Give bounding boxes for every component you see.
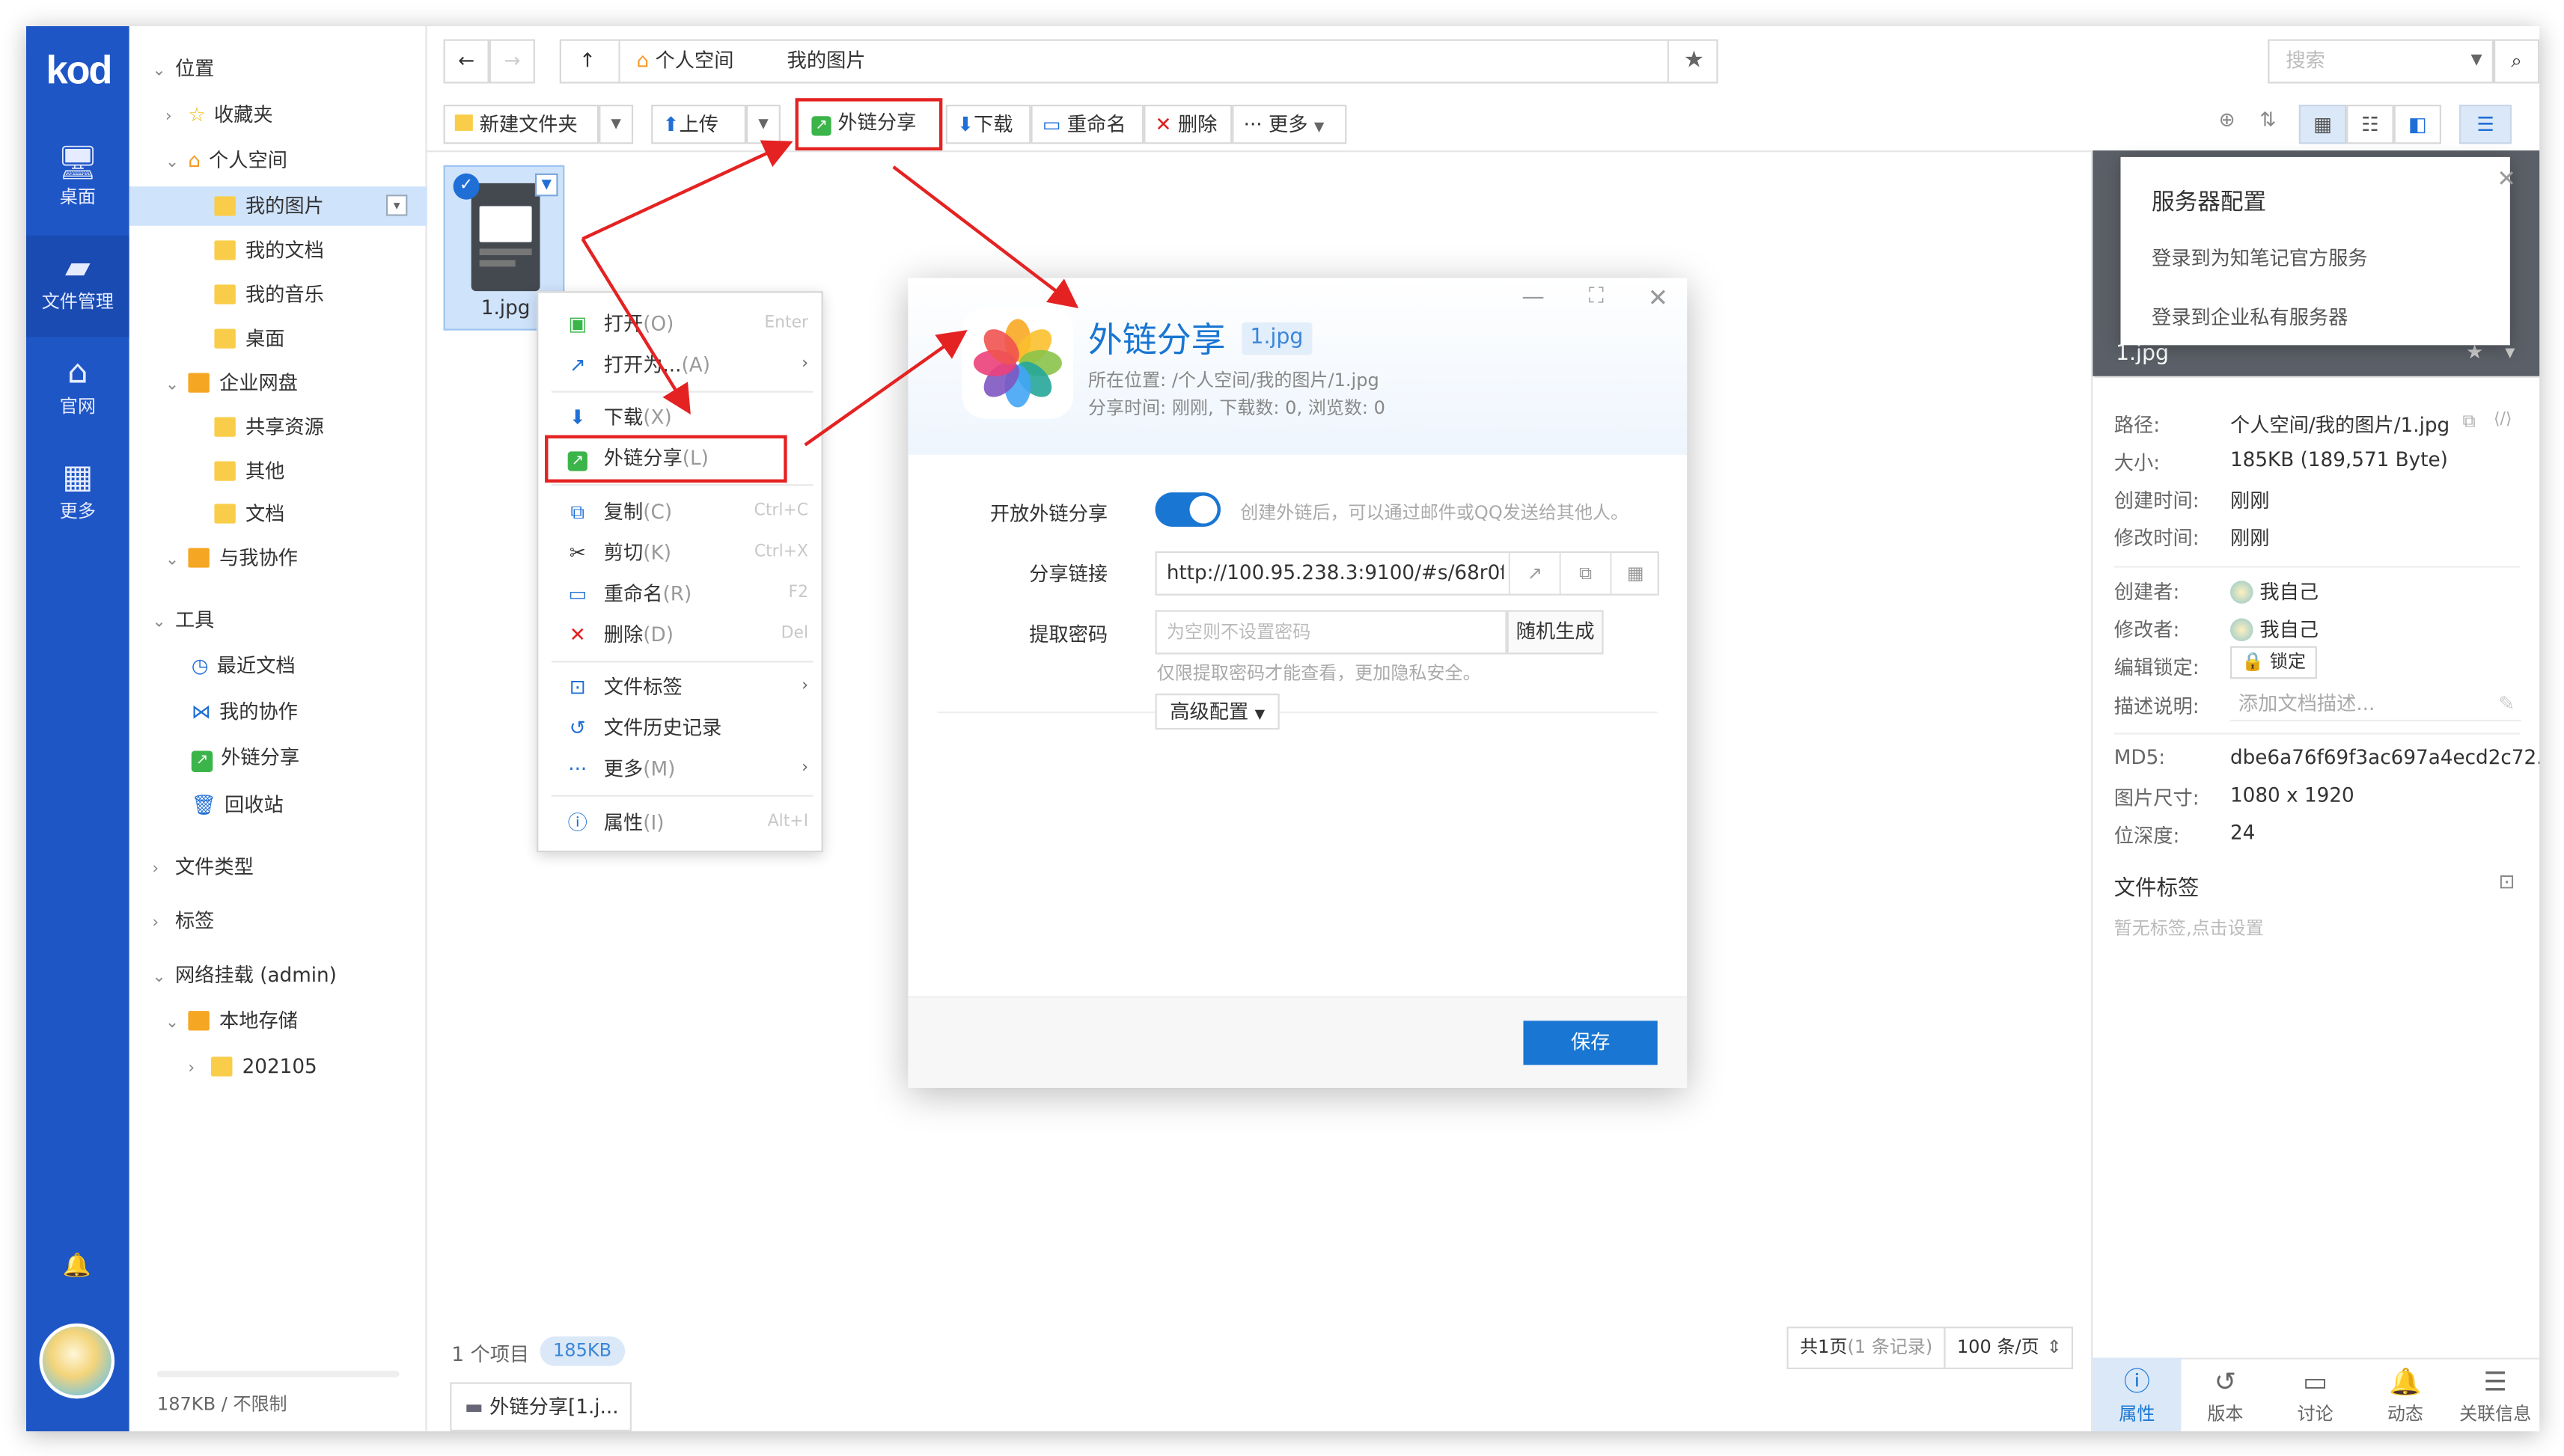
- annotation-arrows: [581, 140, 1079, 447]
- app-window: kod 🖥 桌面 ▰ 文件管理 ⌂ 官网 ▦ 更多 🔔 ⌄ 位置 › ☆ 收藏夹 ⌄ ⌂…: [25, 25, 2540, 1432]
